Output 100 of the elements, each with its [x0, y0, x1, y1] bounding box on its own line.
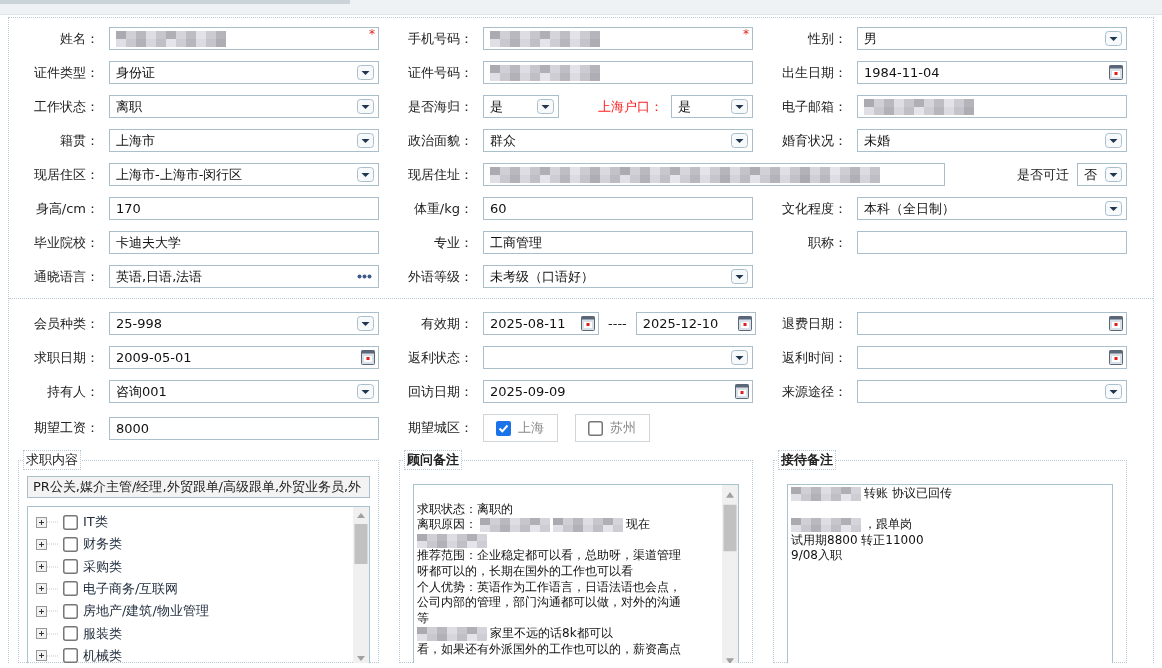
expand-icon[interactable] [36, 650, 47, 662]
field-label: 身高/cm： [34, 199, 100, 218]
field-label: 期望工资： [33, 419, 100, 437]
expand-icon[interactable] [36, 605, 47, 617]
dropdown-field[interactable]: 是 [483, 95, 559, 118]
dropdown-field[interactable]: 男 [857, 27, 1127, 50]
field-label: 上海户口： [597, 97, 664, 116]
tree-item[interactable]: 电子商务/互联网 [83, 580, 179, 598]
expand-icon[interactable] [36, 561, 47, 573]
calendar-icon[interactable] [581, 316, 595, 331]
dropdown-field[interactable]: 未婚 [857, 129, 1127, 152]
required-mark: * [743, 27, 749, 41]
tree-item[interactable]: 机械类 [83, 646, 122, 663]
dropdown-field[interactable]: 咨询001 [109, 380, 379, 403]
field-label: 职称： [807, 233, 848, 252]
calendar-icon[interactable] [361, 350, 375, 365]
tree-item[interactable]: 采购类 [83, 557, 122, 576]
date-field[interactable]: 2025-12-10 [635, 312, 756, 335]
field-label: 性别： [807, 29, 848, 48]
more-icon[interactable] [357, 274, 372, 279]
dropdown-field[interactable] [857, 380, 1127, 403]
field-label: 通晓语言： [33, 267, 100, 286]
field-label: 专业： [433, 233, 474, 252]
calendar-icon[interactable] [735, 384, 749, 399]
field-label: 政治面貌： [407, 131, 474, 150]
text-field[interactable]: 8000 [109, 416, 379, 440]
date-field[interactable]: 1984-11-04 [857, 61, 1127, 84]
calendar-icon[interactable] [1109, 316, 1123, 331]
text-field[interactable] [857, 95, 1127, 118]
dropdown-field[interactable]: 身份证 [109, 61, 379, 84]
panel-title: 顾问备注 [404, 450, 462, 470]
date-field[interactable] [857, 312, 1127, 335]
text-field[interactable] [483, 61, 753, 84]
field-label: 证件类型： [33, 63, 100, 82]
date-field[interactable]: 2009-05-01 [109, 346, 379, 369]
field-label: 出生日期： [781, 63, 848, 82]
tree-item[interactable]: IT类 [83, 513, 108, 532]
expand-icon[interactable] [36, 516, 47, 528]
field-label: 退费日期： [781, 314, 848, 333]
checkbox[interactable] [63, 536, 78, 552]
field-label: 工作状态： [33, 97, 100, 116]
checkbox[interactable] [496, 420, 511, 436]
text-field[interactable]: 170 [109, 197, 379, 220]
checkbox[interactable] [63, 559, 78, 575]
checkbox[interactable] [63, 603, 78, 619]
checkbox[interactable] [588, 420, 603, 436]
range-separator: ---- [607, 316, 628, 331]
tree-item[interactable]: 服装类 [83, 624, 122, 643]
dropdown-field[interactable]: 是 [671, 95, 753, 118]
tree-item[interactable]: 财务类 [83, 535, 122, 554]
city-option[interactable]: 苏州 [575, 414, 650, 442]
panel-title: 求职内容 [23, 450, 81, 470]
dropdown-field[interactable]: 群众 [483, 129, 753, 152]
dropdown-field[interactable]: 上海市 [109, 129, 379, 152]
field-label: 返利状态： [407, 348, 474, 367]
picker-field[interactable]: 英语,日语,法语 [109, 265, 379, 288]
checkbox[interactable] [63, 514, 78, 530]
calendar-icon[interactable] [1109, 65, 1123, 80]
field-label: 回访日期： [407, 382, 474, 401]
checkbox[interactable] [63, 648, 78, 663]
city-option[interactable]: 上海 [483, 414, 558, 442]
expand-icon[interactable] [36, 628, 47, 640]
checkbox[interactable] [63, 581, 78, 597]
text-field[interactable]: * [109, 27, 379, 50]
selection-summary-field[interactable]: PR公关,媒介主管/经理,外贸跟单/高级跟单,外贸业务员,外 [27, 476, 370, 498]
text-field[interactable] [483, 163, 945, 186]
text-field[interactable]: 卡迪夫大学 [109, 231, 379, 254]
date-field[interactable]: 2025-08-11 [483, 312, 599, 335]
field-label: 文化程度： [781, 199, 848, 218]
dropdown-field[interactable] [483, 346, 753, 369]
field-label: 外语等级： [407, 267, 474, 286]
dropdown-field[interactable]: 上海市-上海市-闵行区 [109, 163, 379, 186]
calendar-icon[interactable] [1109, 350, 1123, 365]
panel-title: 接待备注 [778, 450, 836, 470]
text-field[interactable] [857, 231, 1127, 254]
text-field[interactable]: * [483, 27, 753, 50]
field-label: 会员种类： [33, 314, 100, 333]
text-field[interactable]: 工商管理 [483, 231, 753, 254]
field-label: 证件号码： [407, 63, 474, 82]
notes-field[interactable]: 转账 协议已回传 ，跟单岗 试用期8800 转正11000 9/08入职 [787, 484, 1113, 663]
field-label: 姓名： [59, 29, 100, 48]
date-field[interactable]: 2025-09-09 [483, 380, 753, 403]
checkbox[interactable] [63, 626, 78, 642]
dropdown-field[interactable]: 离职 [109, 95, 379, 118]
text-field[interactable]: 60 [483, 197, 753, 220]
tree-item[interactable]: 房地产/建筑/物业管理 [83, 602, 209, 621]
field-label: 现居住址： [407, 165, 474, 184]
notes-field[interactable]: 求职状态：离职的 离职原因： 现在 推荐范围：企业稳定都可以看，总助呀，渠道管理 呀都可以的，长期在国外的工作也可以看 个人优势：英语作为工作语言，日语法语也会点， 公司内部的管理，部门沟通都可以做，对外的沟通 等 家里不远的话8k都可以 看，如果还有外派国外的工作也可以的，薪资高点 [413, 484, 739, 663]
dropdown-field[interactable]: 本科（全日制） [857, 197, 1127, 220]
calendar-icon[interactable] [737, 316, 752, 331]
dropdown-field[interactable]: 25-998 [109, 312, 379, 335]
field-label: 期望城区： [407, 419, 474, 437]
field-label: 毕业院校： [33, 233, 100, 252]
expand-icon[interactable] [36, 538, 47, 550]
dropdown-field[interactable]: 否 [1077, 163, 1127, 186]
field-label: 是否海归： [407, 97, 474, 116]
field-label: 返利时间： [781, 348, 848, 367]
expand-icon[interactable] [36, 583, 47, 595]
date-field[interactable] [857, 346, 1127, 369]
dropdown-field[interactable]: 未考级（口语好） [483, 265, 753, 288]
